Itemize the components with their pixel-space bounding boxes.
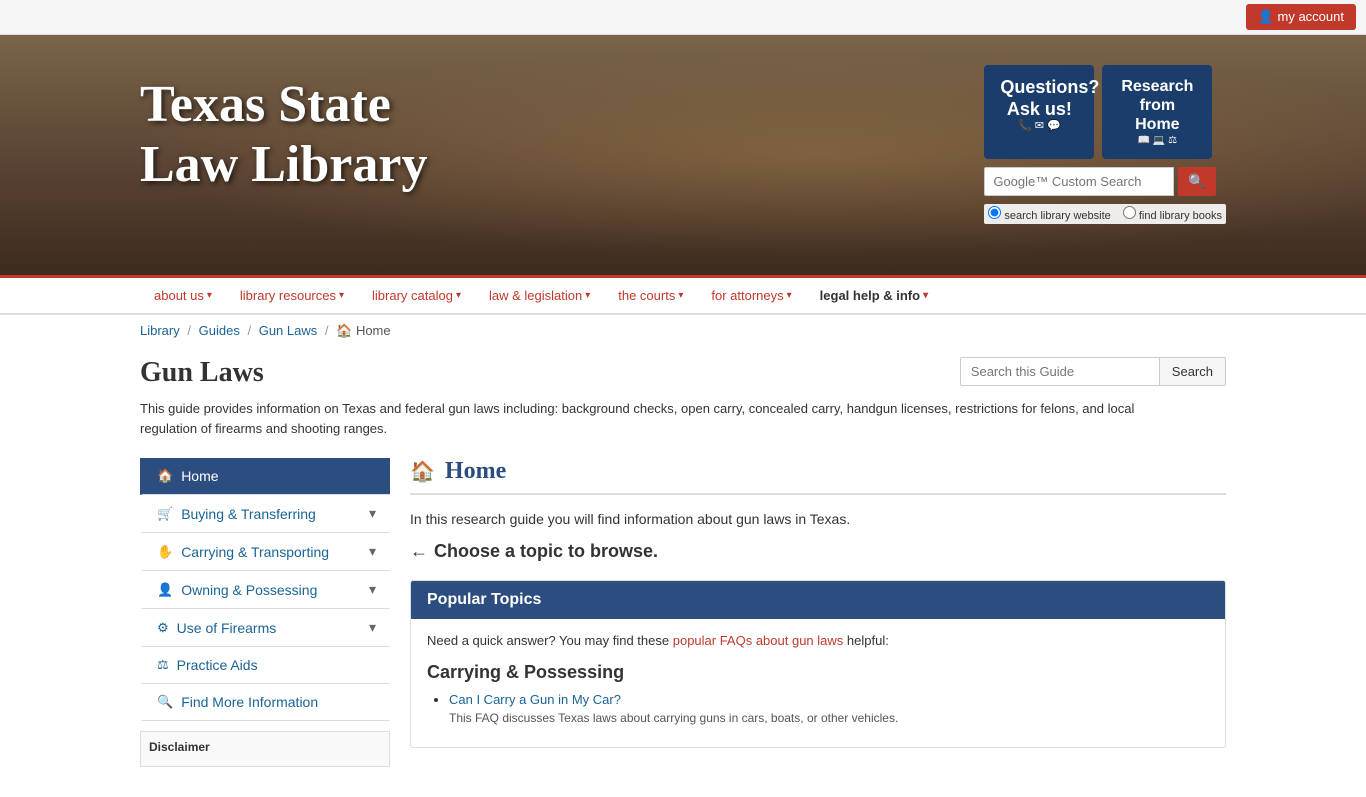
ask-us-button[interactable]: Questions?Ask us! 📞 ✉ 💬 [984, 65, 1094, 159]
site-title: Texas State Law Library [140, 75, 427, 195]
page-description: This guide provides information on Texas… [140, 399, 1190, 438]
use-of-firearms-icon: ⚙ [157, 620, 169, 636]
sidebar-item-use-of-firearms[interactable]: ⚙ Use of Firearms ▾ [140, 609, 390, 647]
popular-topics-body: Need a quick answer? You may find these … [411, 619, 1225, 747]
nav-law-legislation[interactable]: law & legislation ▾ [475, 278, 604, 313]
sidebar: 🏠 Home 🛒 Buying & Transferring ▾ ✋ Carry… [140, 458, 390, 767]
use-of-firearms-expand-icon: ▾ [369, 619, 376, 636]
intro-text: In this research guide you will find inf… [410, 511, 1226, 527]
sidebar-item-home[interactable]: 🏠 Home [140, 458, 390, 495]
breadcrumb-guides[interactable]: Guides [199, 323, 240, 338]
library-resources-arrow: ▾ [339, 290, 344, 301]
sidebar-item-owning[interactable]: 👤 Owning & Possessing ▾ [140, 571, 390, 609]
ask-us-label: Questions?Ask us! [1000, 77, 1078, 120]
sidebar-item-practice-aids[interactable]: ⚖ Practice Aids [140, 647, 390, 684]
practice-aids-icon: ⚖ [157, 657, 169, 673]
nav-legal-help[interactable]: legal help & info ▾ [806, 278, 942, 313]
choose-topic: ← Choose a topic to browse. [410, 541, 1226, 562]
buying-expand-icon: ▾ [369, 505, 376, 522]
research-from-home-button[interactable]: Researchfrom Home 📖 💻 ⚖ [1102, 65, 1212, 159]
guide-search-box: Search [960, 357, 1226, 386]
guide-search-button[interactable]: Search [1160, 357, 1226, 386]
home-icon: 🏠 [157, 468, 173, 484]
carrying-possessing-title: Carrying & Possessing [427, 662, 1209, 683]
nav-the-courts[interactable]: the courts ▾ [604, 278, 697, 313]
nav-library-resources[interactable]: library resources ▾ [226, 278, 358, 313]
popular-intro: Need a quick answer? You may find these … [427, 633, 1209, 648]
owning-icon: 👤 [157, 582, 173, 598]
breadcrumb: Library / Guides / Gun Laws / 🏠 Home [0, 315, 1366, 347]
sidebar-disclaimer: Disclaimer [140, 731, 390, 767]
popular-topics-box: Popular Topics Need a quick answer? You … [410, 580, 1226, 748]
library-catalog-arrow: ▾ [456, 290, 461, 301]
content-layout: 🏠 Home 🛒 Buying & Transferring ▾ ✋ Carry… [140, 458, 1226, 767]
header-search-input[interactable] [984, 167, 1174, 196]
carrying-expand-icon: ▾ [369, 543, 376, 560]
search-website-radio-label[interactable]: search library website [988, 206, 1110, 222]
page-header-row: Gun Laws Search [140, 357, 1226, 389]
research-label: Researchfrom Home [1118, 77, 1196, 135]
popular-faqs-link[interactable]: popular FAQs about gun laws [673, 633, 844, 648]
choose-topic-arrow: ← [410, 541, 428, 562]
for-attorneys-arrow: ▾ [787, 290, 792, 301]
popular-topics-header: Popular Topics [411, 581, 1225, 619]
my-account-button[interactable]: my account [1246, 4, 1356, 30]
section-home-icon: 🏠 [410, 459, 435, 484]
header-action-buttons: Questions?Ask us! 📞 ✉ 💬 Researchfrom Hom… [984, 65, 1226, 159]
research-icons: 📖 💻 ⚖ [1118, 135, 1196, 147]
breadcrumb-library[interactable]: Library [140, 323, 180, 338]
find-more-icon: 🔍 [157, 694, 173, 710]
law-legislation-arrow: ▾ [585, 290, 590, 301]
search-books-radio[interactable] [1123, 206, 1136, 219]
search-radio-group: search library website find library book… [984, 204, 1226, 224]
breadcrumb-gun-laws[interactable]: Gun Laws [259, 323, 318, 338]
main-navigation: about us ▾ library resources ▾ library c… [0, 275, 1366, 315]
breadcrumb-current: Home [356, 323, 391, 338]
header-right-panel: Questions?Ask us! 📞 ✉ 💬 Researchfrom Hom… [984, 65, 1226, 224]
nav-for-attorneys[interactable]: for attorneys ▾ [697, 278, 805, 313]
top-bar: my account [0, 0, 1366, 35]
section-title-row: 🏠 Home [410, 458, 1226, 495]
sidebar-item-find-more[interactable]: 🔍 Find More Information [140, 684, 390, 721]
about-us-arrow: ▾ [207, 290, 212, 301]
legal-help-arrow: ▾ [923, 290, 928, 301]
page-title: Gun Laws [140, 357, 264, 389]
site-header: Texas State Law Library Questions?Ask us… [0, 35, 1366, 275]
faq-car-link[interactable]: Can I Carry a Gun in My Car? [449, 692, 621, 707]
the-courts-arrow: ▾ [678, 290, 683, 301]
nav-about-us[interactable]: about us ▾ [140, 278, 226, 313]
search-books-radio-label[interactable]: find library books [1123, 206, 1222, 222]
faq-list-item: Can I Carry a Gun in My Car? This FAQ di… [449, 691, 1209, 727]
breadcrumb-home-icon: 🏠 [336, 323, 352, 338]
search-website-radio[interactable] [988, 206, 1001, 219]
header-search-button[interactable]: 🔍 [1178, 167, 1215, 196]
main-content: Gun Laws Search This guide provides info… [0, 347, 1366, 797]
guide-search-input[interactable] [960, 357, 1160, 386]
header-search-box: 🔍 [984, 167, 1226, 196]
faq-car-desc: This FAQ discusses Texas laws about carr… [449, 711, 898, 725]
nav-library-catalog[interactable]: library catalog ▾ [358, 278, 475, 313]
sidebar-item-carrying[interactable]: ✋ Carrying & Transporting ▾ [140, 533, 390, 571]
popular-list: Can I Carry a Gun in My Car? This FAQ di… [427, 691, 1209, 727]
buying-icon: 🛒 [157, 506, 173, 522]
section-title: Home [445, 458, 506, 485]
carrying-icon: ✋ [157, 544, 173, 560]
ask-us-icons: 📞 ✉ 💬 [1000, 120, 1078, 133]
main-area: 🏠 Home In this research guide you will f… [410, 458, 1226, 767]
sidebar-item-buying[interactable]: 🛒 Buying & Transferring ▾ [140, 495, 390, 533]
owning-expand-icon: ▾ [369, 581, 376, 598]
